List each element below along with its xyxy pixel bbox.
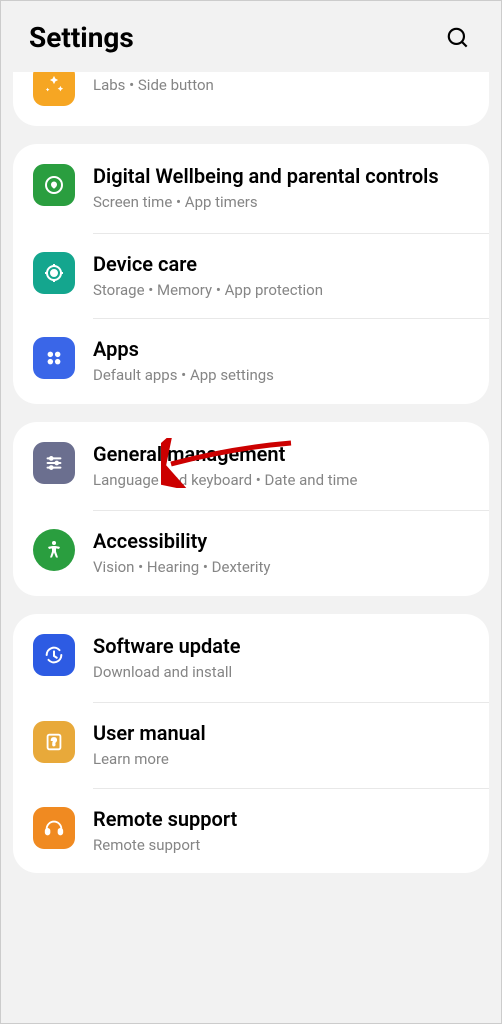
item-subtitle: Vision • Hearing • Dexterity [93, 558, 469, 578]
item-text: Accessibility Vision • Hearing • Dexteri… [93, 529, 469, 578]
settings-list: Advanced features Labs • Side button Dig… [1, 72, 501, 873]
page-title: Settings [29, 21, 134, 54]
item-subtitle: Learn more [93, 750, 469, 770]
general-icon [33, 442, 75, 484]
item-text: Software update Download and install [93, 634, 469, 683]
settings-group: Digital Wellbeing and parental controls … [13, 144, 489, 404]
item-text: User manual Learn more [93, 721, 469, 770]
settings-group: Software update Download and install ? U… [13, 614, 489, 874]
settings-item-wellbeing[interactable]: Digital Wellbeing and parental controls … [13, 144, 489, 233]
item-title: Apps [93, 337, 469, 362]
settings-item-advanced[interactable]: Advanced features Labs • Side button [13, 72, 489, 126]
settings-item-device-care[interactable]: Device care Storage • Memory • App prote… [93, 233, 489, 319]
item-subtitle: Labs • Side button [93, 76, 469, 96]
search-button[interactable] [443, 23, 473, 53]
item-title: Device care [93, 252, 469, 277]
item-subtitle: Remote support [93, 836, 469, 856]
settings-item-general[interactable]: General management Language and keyboard… [13, 422, 489, 511]
item-subtitle: Storage • Memory • App protection [93, 281, 469, 301]
settings-item-accessibility[interactable]: Accessibility Vision • Hearing • Dexteri… [93, 510, 489, 596]
item-text: Remote support Remote support [93, 807, 469, 856]
item-subtitle: Screen time • App timers [93, 193, 469, 213]
user-manual-icon: ? [33, 721, 75, 763]
item-title: Remote support [93, 807, 469, 832]
item-text: General management Language and keyboard… [93, 442, 469, 491]
item-subtitle: Default apps • App settings [93, 366, 469, 386]
advanced-icon [33, 72, 75, 106]
item-text: Advanced features Labs • Side button [93, 72, 469, 96]
item-title: Software update [93, 634, 469, 659]
settings-group: General management Language and keyboard… [13, 422, 489, 596]
device-care-icon [33, 252, 75, 294]
wellbeing-icon [33, 164, 75, 206]
settings-item-apps[interactable]: Apps Default apps • App settings [93, 318, 489, 404]
settings-item-remote-support[interactable]: Remote support Remote support [93, 788, 489, 874]
item-text: Device care Storage • Memory • App prote… [93, 252, 469, 301]
svg-text:?: ? [51, 738, 56, 749]
item-text: Apps Default apps • App settings [93, 337, 469, 386]
software-update-icon [33, 634, 75, 676]
header: Settings [1, 1, 501, 72]
item-subtitle: Download and install [93, 663, 469, 683]
item-subtitle: Language and keyboard • Date and time [93, 471, 469, 491]
item-title: General management [93, 442, 469, 467]
item-title: Digital Wellbeing and parental controls [93, 164, 469, 189]
item-title: User manual [93, 721, 469, 746]
item-title: Accessibility [93, 529, 469, 554]
settings-item-user-manual[interactable]: ? User manual Learn more [93, 702, 489, 788]
remote-support-icon [33, 807, 75, 849]
settings-group: Advanced features Labs • Side button [13, 72, 489, 126]
apps-icon [33, 337, 75, 379]
accessibility-icon [33, 529, 75, 571]
item-text: Digital Wellbeing and parental controls … [93, 164, 469, 213]
search-icon [445, 25, 471, 51]
settings-item-software-update[interactable]: Software update Download and install [13, 614, 489, 703]
